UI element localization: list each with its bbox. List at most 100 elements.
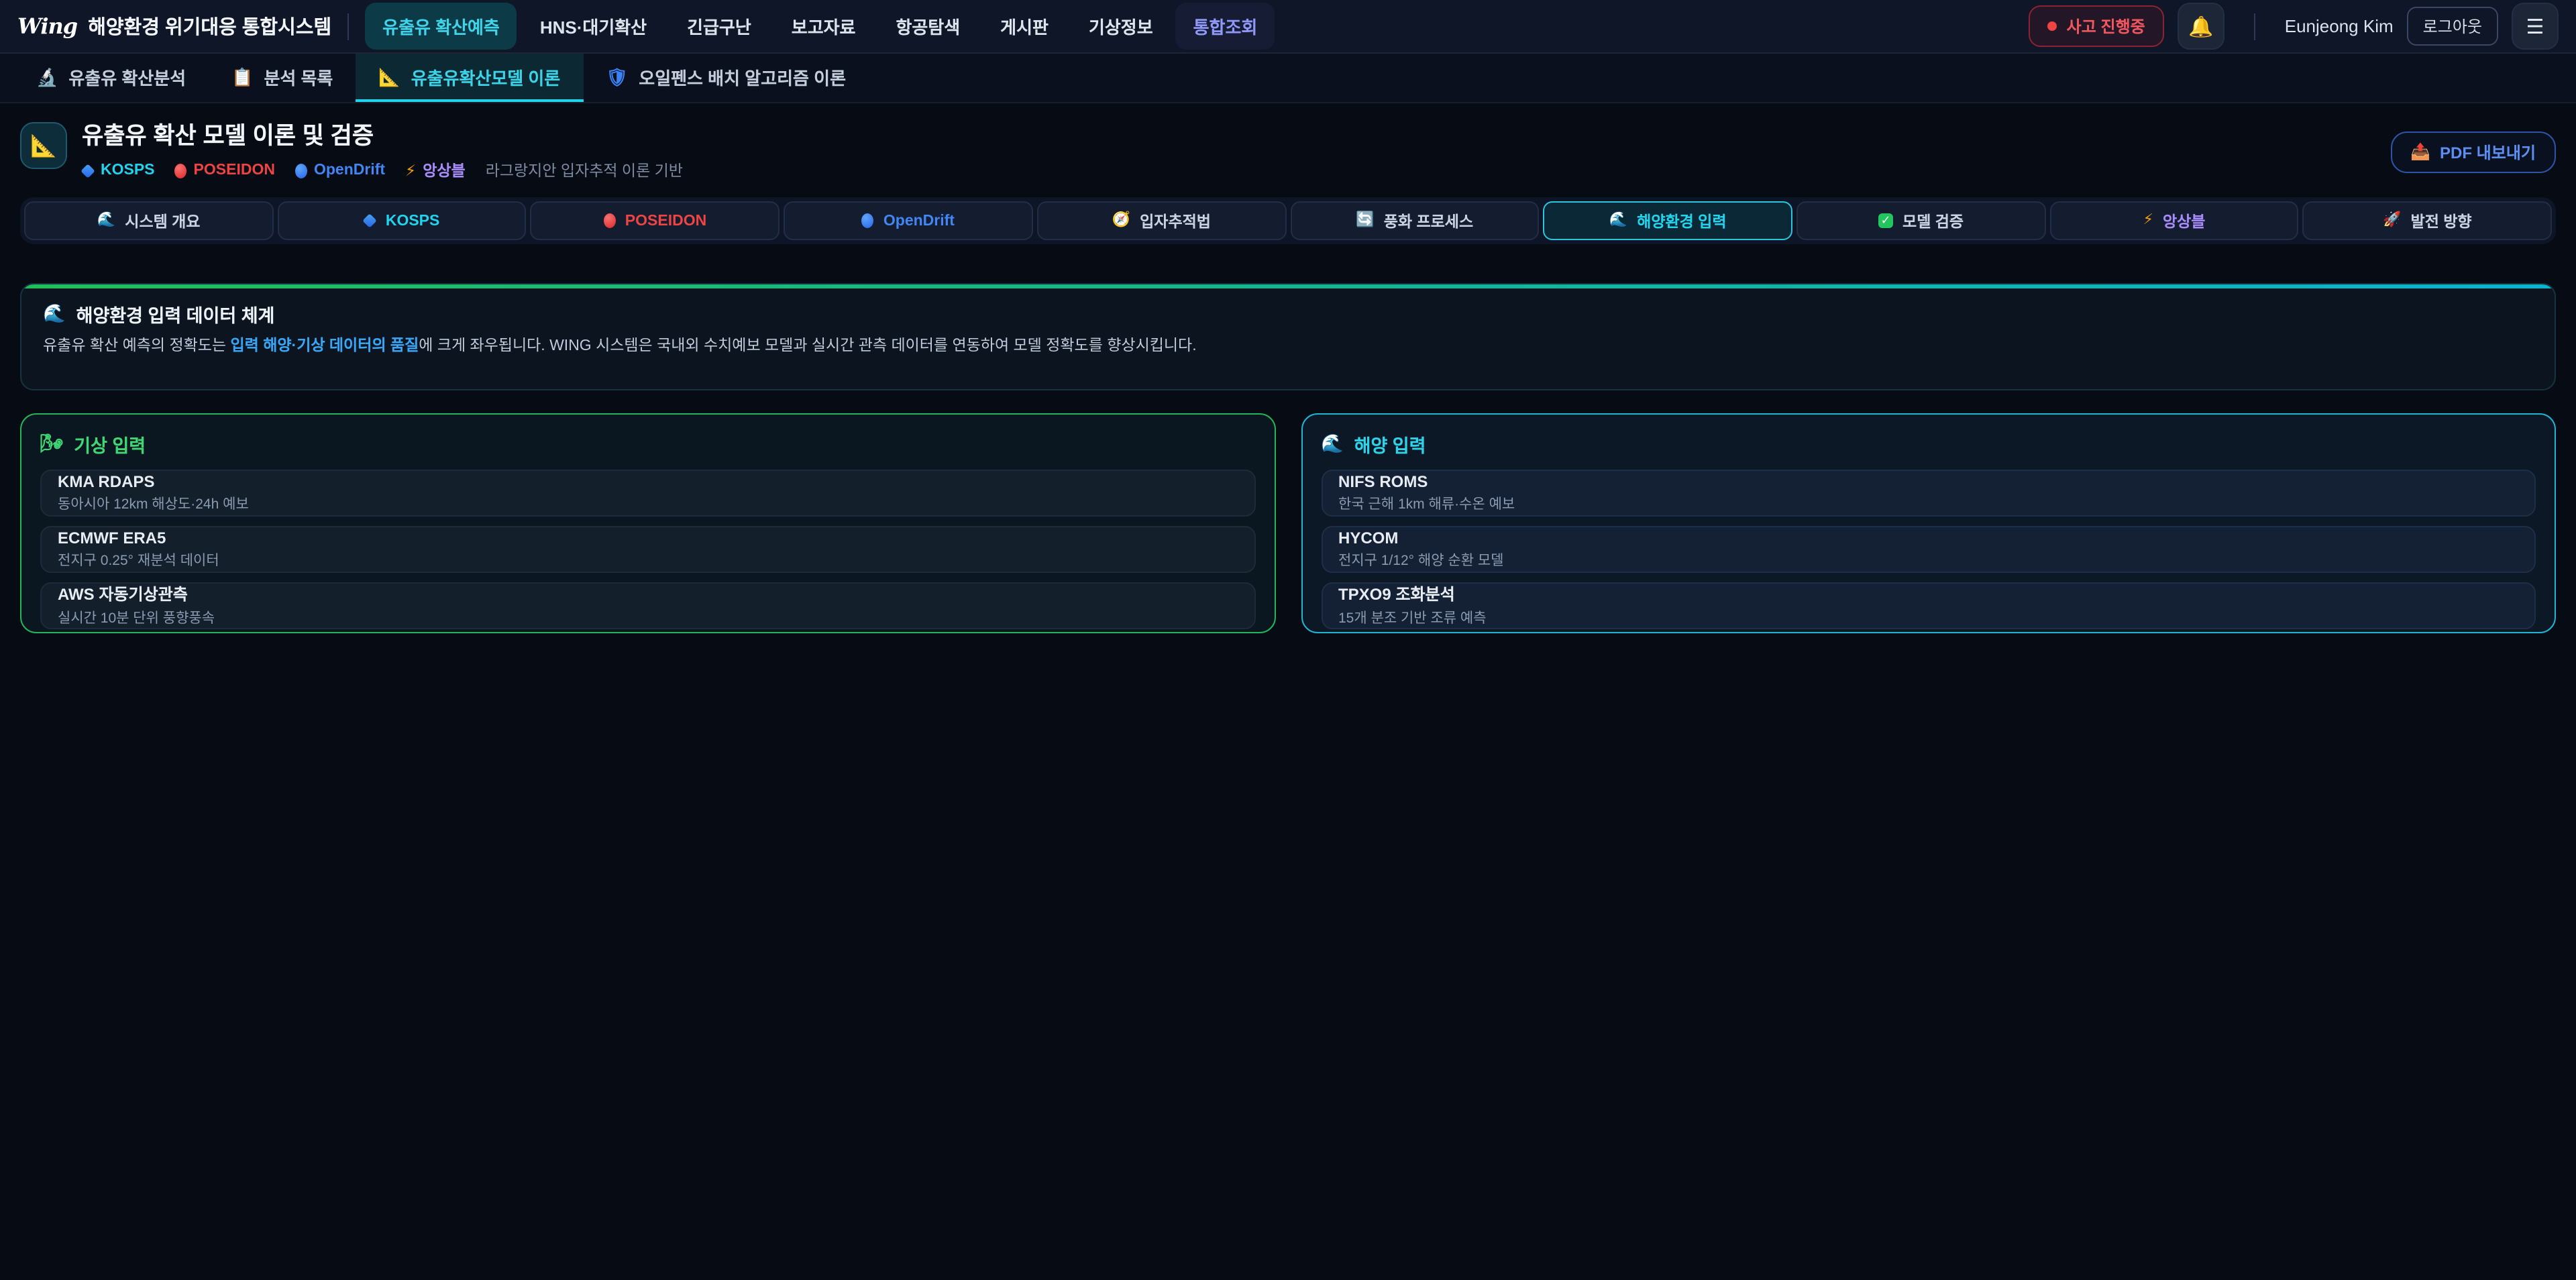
- pdf-export-button[interactable]: PDF 내보내기: [2390, 131, 2556, 172]
- section-tab-label: 앙상블: [2163, 210, 2206, 231]
- nav-item-integrated-search[interactable]: 통합조회: [1176, 3, 1275, 50]
- blue-diamond-icon: [363, 213, 378, 228]
- menu-button[interactable]: [2512, 3, 2559, 50]
- main-nav: 유출유 확산예측 HNS·대기확산 긴급구난 보고자료 항공탐색 게시판 기상정…: [365, 3, 2029, 50]
- section-tab-ensemble[interactable]: 앙상블: [2049, 201, 2298, 240]
- input-cards-row: 기상 입력 KMA RDAPS 동아시아 12km 해상도·24h 예보 ECM…: [20, 413, 2556, 633]
- nav-item-emergency-rescue[interactable]: 긴급구난: [669, 3, 769, 50]
- nav-item-oil-spill-prediction[interactable]: 유출유 확산예측: [365, 3, 517, 50]
- nav-item-weather-info[interactable]: 기상정보: [1071, 3, 1171, 50]
- section-tab-label: 해양환경 입력: [1637, 210, 1726, 231]
- section-tab-marine-env-input[interactable]: 해양환경 입력: [1543, 201, 1792, 240]
- chip-label: 앙상블: [423, 160, 466, 181]
- wave-icon: [1321, 433, 1344, 454]
- section-tab-future-direction[interactable]: 발전 방향: [2303, 201, 2552, 240]
- chip-kosps: KOSPS: [82, 162, 155, 178]
- bell-icon: [2188, 14, 2213, 38]
- section-tab-poseidon[interactable]: POSEIDON: [531, 201, 780, 240]
- blue-oval-icon: [862, 213, 874, 228]
- section-tab-model-validation[interactable]: 모델 검증: [1796, 201, 2045, 240]
- blue-diamond-icon: [80, 163, 95, 178]
- compass-icon: [1112, 213, 1130, 228]
- section-tab-particle-tracking[interactable]: 입자추적법: [1037, 201, 1286, 240]
- export-icon: [2410, 142, 2430, 161]
- model-chips-row: KOSPS POSEIDON OpenDrift 앙상블 라그랑지안 입자추적 …: [82, 160, 683, 181]
- red-oval-icon: [175, 163, 187, 178]
- section-tab-kosps[interactable]: KOSPS: [277, 201, 526, 240]
- list-item-hycom: HYCOM 전지구 1/12° 해양 순환 모델: [1321, 525, 2536, 572]
- list-item-nifs-roms: NIFS ROMS 한국 근해 1km 해류·수온 예보: [1321, 469, 2536, 516]
- item-name: KMA RDAPS: [58, 472, 1238, 490]
- notifications-button[interactable]: [2178, 3, 2224, 50]
- chip-label: KOSPS: [101, 162, 155, 178]
- banner-text-before: 유출유 확산 예측의 정확도는: [43, 337, 231, 354]
- triangle-ruler-icon: [378, 68, 400, 85]
- lightning-icon: [2143, 213, 2153, 228]
- list-item-aws-observation: AWS 자동기상관측 실시간 10분 단위 풍향풍속: [40, 582, 1255, 629]
- tab-label: 유출유 확산분석: [68, 64, 186, 89]
- weather-card-items: KMA RDAPS 동아시아 12km 해상도·24h 예보 ECMWF ERA…: [40, 469, 1255, 629]
- chip-poseidon: POSEIDON: [175, 162, 275, 178]
- item-name: TPXO9 조화분석: [1338, 582, 2518, 605]
- section-tab-label: 시스템 개요: [125, 210, 200, 231]
- item-desc: 한국 근해 1km 해류·수온 예보: [1338, 493, 2518, 513]
- tab-analysis-list[interactable]: 분석 목록: [209, 54, 356, 102]
- repeat-icon: [1356, 213, 1374, 228]
- section-tab-label: POSEIDON: [625, 213, 706, 229]
- chip-opendrift: OpenDrift: [295, 162, 385, 178]
- item-name: AWS 자동기상관측: [58, 582, 1238, 605]
- red-oval-icon: [604, 213, 616, 228]
- banner-highlight: 입력 해양·기상 데이터의 품질: [231, 337, 419, 354]
- microscope-icon: [36, 68, 58, 85]
- section-tab-opendrift[interactable]: OpenDrift: [784, 201, 1032, 240]
- check-icon: [1878, 213, 1893, 228]
- page-header-texts: 유출유 확산 모델 이론 및 검증 KOSPS POSEIDON OpenDri…: [82, 122, 683, 181]
- main-content: 해양환경 입력 데이터 체계 유출유 확산 예측의 정확도는 입력 해양·기상 …: [0, 283, 2576, 633]
- nav-item-board[interactable]: 게시판: [983, 3, 1066, 50]
- tab-oil-spill-analysis[interactable]: 유출유 확산분석: [13, 54, 209, 102]
- incident-status-badge[interactable]: 사고 진행중: [2029, 5, 2164, 47]
- card-title-text: 기상 입력: [74, 430, 146, 457]
- nav-item-hns-air-diffusion[interactable]: HNS·대기확산: [523, 3, 664, 50]
- tab-oil-fence-algorithm-theory[interactable]: 오일펜스 배치 알고리즘 이론: [583, 54, 869, 102]
- page-header: 유출유 확산 모델 이론 및 검증 KOSPS POSEIDON OpenDri…: [0, 103, 2576, 193]
- weather-card-title: 기상 입력: [40, 430, 1255, 457]
- incident-badge-label: 사고 진행중: [2067, 15, 2145, 38]
- brand-title: 해양환경 위기대응 통합시스템: [88, 12, 331, 40]
- pdf-export-label: PDF 내보내기: [2440, 140, 2536, 163]
- section-tab-weathering-process[interactable]: 풍화 프로세스: [1290, 201, 1539, 240]
- nav-item-aerial-search[interactable]: 항공탐색: [878, 3, 977, 50]
- wave-icon: [1609, 213, 1627, 228]
- divider: [347, 13, 349, 40]
- brand[interactable]: Wing 해양환경 위기대응 통합시스템: [17, 12, 331, 40]
- clipboard-icon: [231, 68, 253, 85]
- wave-icon: [97, 213, 115, 228]
- page-title: 유출유 확산 모델 이론 및 검증: [82, 122, 683, 149]
- section-tab-system-overview[interactable]: 시스템 개요: [24, 201, 273, 240]
- item-desc: 전지구 0.25° 재분석 데이터: [58, 549, 1238, 570]
- wing-logo: Wing: [17, 13, 77, 39]
- item-desc: 동아시아 12km 해상도·24h 예보: [58, 493, 1238, 513]
- weather-input-card: 기상 입력 KMA RDAPS 동아시아 12km 해상도·24h 예보 ECM…: [20, 413, 1275, 633]
- logout-button[interactable]: 로그아웃: [2407, 7, 2498, 46]
- section-tab-label: 입자추적법: [1140, 210, 1211, 231]
- item-desc: 15개 분조 기반 조류 예측: [1338, 608, 2518, 628]
- hamburger-menu-icon: [2526, 14, 2544, 38]
- user-name: Eunjeong Kim: [2285, 16, 2394, 36]
- wave-icon: [43, 303, 66, 324]
- triangle-ruler-icon: [30, 132, 57, 159]
- section-tab-label: 발전 방향: [2411, 210, 2472, 231]
- list-item-ecmwf-era5: ECMWF ERA5 전지구 0.25° 재분석 데이터: [40, 525, 1255, 572]
- item-name: NIFS ROMS: [1338, 472, 2518, 490]
- blue-oval-icon: [295, 163, 307, 178]
- nav-item-reports[interactable]: 보고자료: [774, 3, 873, 50]
- list-item-tpxo9: TPXO9 조화분석 15개 분조 기반 조류 예측: [1321, 582, 2536, 629]
- item-name: HYCOM: [1338, 528, 2518, 547]
- page-subtitle-note: 라그랑지안 입자추적 이론 기반: [486, 160, 683, 181]
- tab-diffusion-model-theory[interactable]: 유출유확산모델 이론: [356, 54, 583, 102]
- divider: [2254, 13, 2255, 40]
- item-name: ECMWF ERA5: [58, 528, 1238, 547]
- topbar-right: 사고 진행중 Eunjeong Kim 로그아웃: [2029, 3, 2559, 50]
- banner-body: 해양환경 입력 데이터 체계 유출유 확산 예측의 정확도는 입력 해양·기상 …: [21, 288, 2555, 388]
- app-viewport: Wing 해양환경 위기대응 통합시스템 유출유 확산예측 HNS·대기확산 긴…: [0, 0, 2576, 1280]
